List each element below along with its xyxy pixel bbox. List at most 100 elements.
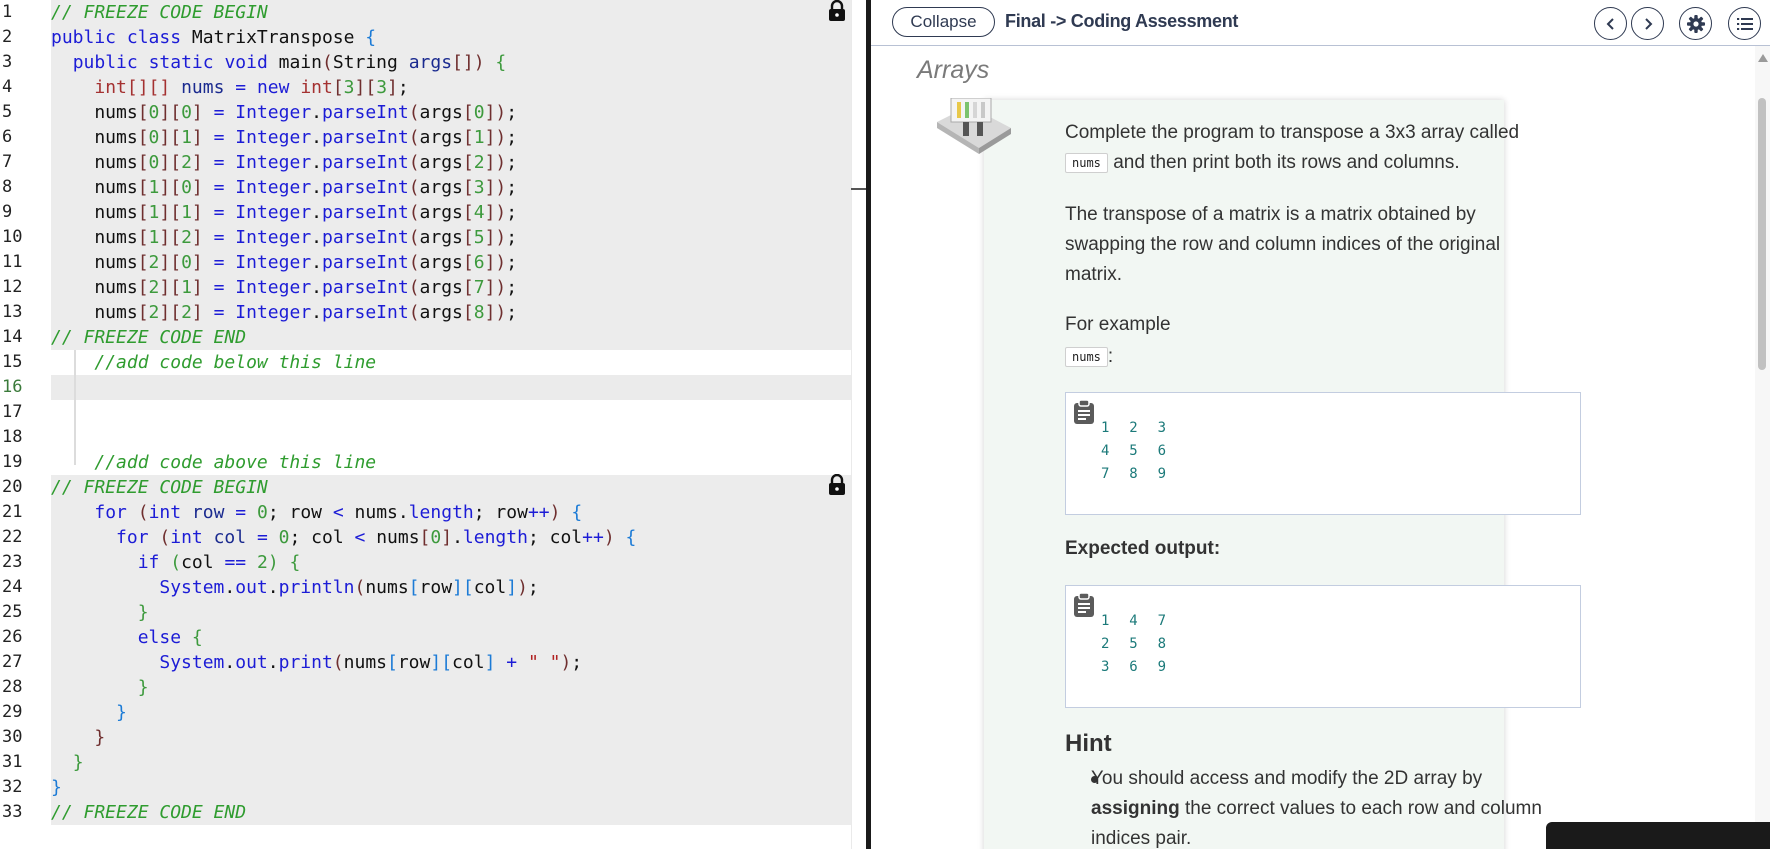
code-token: } xyxy=(94,727,106,748)
code-token: ] xyxy=(191,152,203,173)
code-token: [ xyxy=(462,127,474,148)
code-line[interactable]: 24 System.out.println(nums[row][col]); xyxy=(0,575,866,600)
code-line[interactable]: 22 for (int col = 0; col < nums[0].lengt… xyxy=(0,525,866,550)
code-token: } xyxy=(137,602,149,623)
code-line[interactable]: 8 nums[1][0] = Integer.parseInt(args[3])… xyxy=(0,175,866,200)
code-line[interactable]: 28 } xyxy=(0,675,866,700)
code-token: 2 xyxy=(473,152,485,173)
code-token: []) xyxy=(452,52,485,73)
code-line[interactable]: 5 nums[0][0] = Integer.parseInt(args[0])… xyxy=(0,100,866,125)
code-token: ( xyxy=(159,527,171,548)
collapse-button[interactable]: Collapse xyxy=(892,7,995,37)
code-line[interactable]: 9 nums[1][1] = Integer.parseInt(args[4])… xyxy=(0,200,866,225)
settings-button[interactable] xyxy=(1679,7,1712,40)
code-token: ( xyxy=(408,177,420,198)
outline-button[interactable] xyxy=(1728,7,1761,40)
code-token: public xyxy=(72,52,138,73)
code-token: else xyxy=(137,627,182,648)
code-token: 1 xyxy=(181,202,192,223)
code-line[interactable]: 17 xyxy=(0,400,866,425)
code-text[interactable]: //add code above this line xyxy=(51,450,851,475)
code-token: [ xyxy=(137,277,149,298)
code-text[interactable] xyxy=(51,425,851,450)
code-editor[interactable]: 1// FREEZE CODE BEGIN 2 public class Matri… xyxy=(0,0,866,849)
code-token: 0 xyxy=(181,177,192,198)
code-line[interactable]: 33// FREEZE CODE END xyxy=(0,800,866,825)
code-token: = xyxy=(213,102,225,123)
code-line[interactable]: 3 public static void main(String args[])… xyxy=(0,50,866,75)
clipboard-icon[interactable] xyxy=(1071,399,1097,425)
code-token: 0 xyxy=(148,102,160,123)
code-line[interactable]: 32} xyxy=(0,775,866,800)
clipboard-icon[interactable] xyxy=(1071,592,1097,618)
code-token: parseInt xyxy=(322,102,409,123)
code-line[interactable]: 12 nums[2][1] = Integer.parseInt(args[7]… xyxy=(0,275,866,300)
code-text: System.out.print(nums[row][col] + " "); xyxy=(51,650,851,675)
code-line[interactable]: 25 } xyxy=(0,600,866,625)
code-token: nums xyxy=(51,177,138,198)
code-token: println xyxy=(278,577,355,598)
code-token: ) xyxy=(517,577,528,598)
code-token: new xyxy=(256,77,290,98)
code-line[interactable]: 30 } xyxy=(0,725,866,750)
code-line[interactable]: 4 int[][] nums = new int[3][3]; xyxy=(0,75,866,100)
code-line[interactable]: 23 if (col == 2) { xyxy=(0,550,866,575)
code-token: ; xyxy=(506,152,518,173)
code-line[interactable]: 26 else { xyxy=(0,625,866,650)
code-line[interactable]: 13 nums[2][2] = Integer.parseInt(args[8]… xyxy=(0,300,866,325)
code-token: ; xyxy=(506,177,518,198)
matrix-row: 7 8 9 xyxy=(1101,466,1168,482)
code-token: 0 xyxy=(148,127,160,148)
line-number: 30 xyxy=(0,725,46,750)
code-token: length xyxy=(408,502,474,523)
code-text[interactable]: //add code below this line xyxy=(51,350,851,375)
notification-toast[interactable] xyxy=(1546,822,1770,849)
code-token: ] xyxy=(191,277,203,298)
code-line[interactable]: 11 nums[2][0] = Integer.parseInt(args[6]… xyxy=(0,250,866,275)
code-text[interactable] xyxy=(51,375,851,400)
code-line[interactable]: 15 //add code below this line xyxy=(0,350,866,375)
indent-guide xyxy=(74,350,76,465)
code-token: 2 xyxy=(256,552,268,573)
next-button[interactable] xyxy=(1631,7,1664,40)
code-token: ( xyxy=(408,302,420,323)
code-text[interactable] xyxy=(51,400,851,425)
code-line[interactable]: 27 System.out.print(nums[row][col] + " "… xyxy=(0,650,866,675)
code-line[interactable]: 20// FREEZE CODE BEGIN xyxy=(0,475,866,500)
editor-scrollbar[interactable] xyxy=(851,0,866,849)
panel-scrollbar[interactable] xyxy=(1755,46,1770,849)
code-line[interactable]: 31 } xyxy=(0,750,866,775)
code-token: main xyxy=(267,52,322,73)
code-line[interactable]: 1// FREEZE CODE BEGIN xyxy=(0,0,866,25)
code-line[interactable]: 16 xyxy=(0,375,866,400)
code-token: int xyxy=(148,502,182,523)
code-line[interactable]: 18 xyxy=(0,425,866,450)
scroll-thumb[interactable] xyxy=(1758,98,1766,370)
code-line[interactable]: 21 for (int row = 0; row < nums.length; … xyxy=(0,500,866,525)
code-line[interactable]: 29 } xyxy=(0,700,866,725)
scroll-up-icon[interactable] xyxy=(1758,54,1768,62)
previous-button[interactable] xyxy=(1594,7,1627,40)
line-number: 22 xyxy=(0,525,46,550)
code-token: ][ xyxy=(159,202,182,223)
code-line[interactable]: 6 nums[0][1] = Integer.parseInt(args[1])… xyxy=(0,125,866,150)
code-token: 1 xyxy=(181,277,192,298)
code-token: 3 xyxy=(343,77,355,98)
code-token: for xyxy=(116,527,149,548)
matrix-row: 1 4 7 xyxy=(1101,613,1168,629)
code-line[interactable]: 10 nums[1][2] = Integer.parseInt(args[5]… xyxy=(0,225,866,250)
code-line[interactable]: 7 nums[0][2] = Integer.parseInt(args[2])… xyxy=(0,150,866,175)
code-line[interactable]: 19 //add code above this line xyxy=(0,450,866,475)
code-token: ] xyxy=(191,252,203,273)
code-token: Integer xyxy=(235,202,312,223)
code-line[interactable]: 2 public class MatrixTranspose { xyxy=(0,25,866,50)
line-number: 16 xyxy=(0,375,46,400)
code-line[interactable]: 14// FREEZE CODE END xyxy=(0,325,866,350)
